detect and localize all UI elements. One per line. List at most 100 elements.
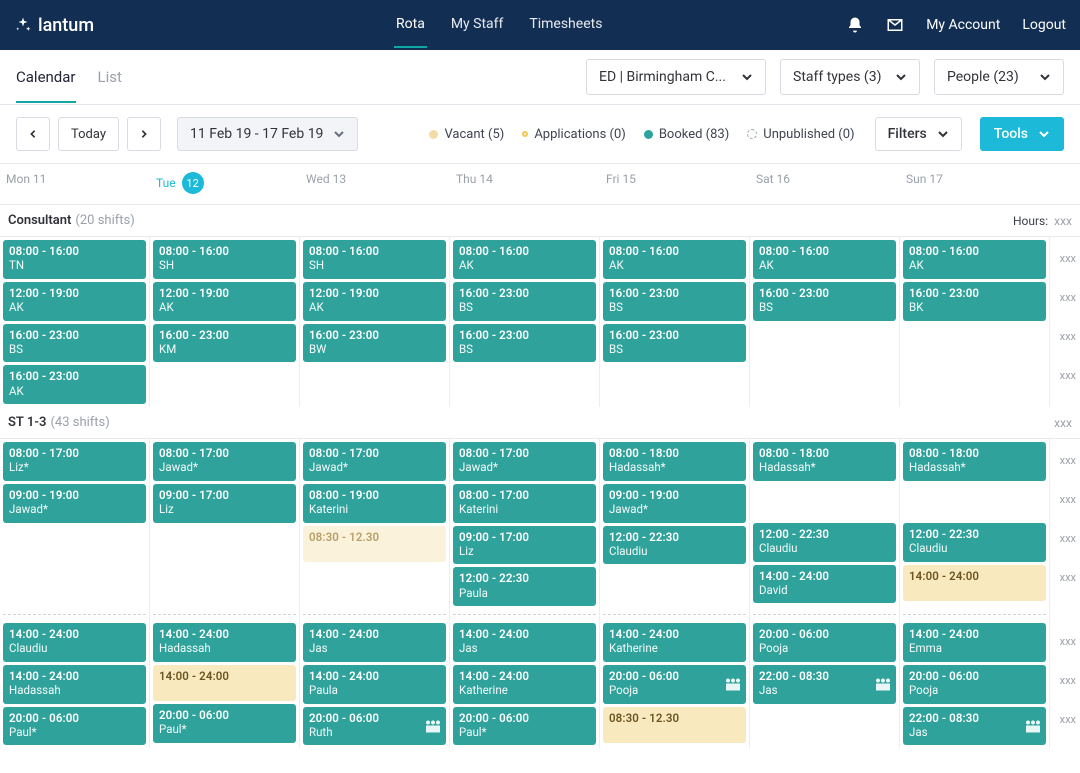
my-account-link[interactable]: My Account — [926, 17, 1000, 33]
shift-card[interactable]: 16:00 - 23:00KM — [153, 324, 296, 363]
shift-card[interactable]: 20:00 - 06:00Ruth — [303, 707, 446, 746]
day-column: 14:00 - 24:00Hadassah14:00 - 24:0020:00 … — [150, 620, 300, 748]
tab-list[interactable]: List — [98, 51, 122, 103]
shift-card[interactable]: 12:00 - 22:30Claudiu — [903, 523, 1046, 562]
legend-booked[interactable]: Booked (83) — [644, 127, 729, 142]
shift-card[interactable]: 14:00 - 24:00Katherine — [453, 665, 596, 704]
shift-card[interactable]: 08:00 - 18:00Hadassah* — [753, 442, 896, 481]
shift-card[interactable]: 14:00 - 24:00Hadassah — [153, 623, 296, 662]
tools-button[interactable]: Tools — [980, 117, 1064, 151]
shift-card[interactable]: 16:00 - 23:00BS — [603, 282, 746, 321]
shift-staff: BS — [759, 300, 890, 314]
shift-card[interactable]: 08:00 - 17:00Jawad* — [153, 442, 296, 481]
shift-card[interactable]: 20:00 - 06:00Pooja — [903, 665, 1046, 704]
shift-card[interactable]: 16:00 - 23:00BK — [903, 282, 1046, 321]
day-column: 08:00 - 16:00SH12:00 - 19:00AK16:00 - 23… — [150, 237, 300, 407]
shift-card[interactable]: 16:00 - 23:00BS — [753, 282, 896, 321]
shift-card[interactable]: 14:00 - 24:00Katherine — [603, 623, 746, 662]
shift-card[interactable]: 08:00 - 16:00AK — [903, 240, 1046, 279]
day-header-cell[interactable]: Tue12 — [150, 172, 300, 194]
shift-card[interactable]: 16:00 - 23:00BS — [453, 282, 596, 321]
shift-card[interactable]: 20:00 - 06:00Pooja — [753, 623, 896, 662]
day-header-cell[interactable]: Thu 14 — [450, 172, 600, 194]
shift-card[interactable]: 12:00 - 19:00AK — [3, 282, 146, 321]
shift-time: 08:00 - 16:00 — [609, 244, 740, 258]
day-header-cell[interactable]: Sat 16 — [750, 172, 900, 194]
day-header-cell[interactable]: Sun 17 — [900, 172, 1050, 194]
day-header-cell[interactable]: Mon 11 — [0, 172, 150, 194]
shift-card[interactable]: 08:00 - 16:00SH — [303, 240, 446, 279]
shift-card[interactable]: 12:00 - 19:00AK — [303, 282, 446, 321]
shift-card[interactable]: 14:00 - 24:00Emma — [903, 623, 1046, 662]
shift-card[interactable]: 14:00 - 24:00Jas — [453, 623, 596, 662]
today-button[interactable]: Today — [58, 117, 119, 151]
legend-unpublished[interactable]: Unpublished (0) — [747, 127, 854, 142]
shift-card[interactable]: 08:00 - 16:00AK — [453, 240, 596, 279]
shift-card[interactable]: 14:00 - 24:00Paula — [303, 665, 446, 704]
nav-link-my-staff[interactable]: My Staff — [449, 2, 506, 48]
bell-icon[interactable] — [846, 16, 864, 34]
shift-card[interactable]: 08:00 - 18:00Hadassah* — [603, 442, 746, 481]
shift-card[interactable]: 08:00 - 16:00AK — [753, 240, 896, 279]
people-select[interactable]: People (23) — [934, 59, 1064, 95]
shift-card[interactable]: 08:00 - 16:00SH — [153, 240, 296, 279]
shift-card[interactable]: 20:00 - 06:00Pooja — [603, 665, 746, 704]
department-select[interactable]: ED | Birmingham C... — [586, 59, 766, 95]
shift-card[interactable]: 12:00 - 22:30Paula — [453, 567, 596, 606]
filters-select[interactable]: Filters — [875, 117, 962, 151]
nav-link-rota[interactable]: Rota — [394, 2, 427, 48]
shift-card[interactable]: 16:00 - 23:00BS — [3, 324, 146, 363]
shift-card[interactable]: 20:00 - 06:00Paul* — [3, 707, 146, 746]
shift-card[interactable]: 08:00 - 17:00Katerini — [453, 484, 596, 523]
shift-staff: Jas — [309, 641, 440, 655]
shift-card[interactable]: 16:00 - 23:00BW — [303, 324, 446, 363]
next-week-button[interactable] — [127, 117, 161, 151]
legend-applications[interactable]: Applications (0) — [522, 127, 626, 142]
shift-card[interactable]: 20:00 - 06:00Paul* — [453, 707, 596, 746]
brand-logo[interactable]: lantum — [14, 15, 94, 36]
day-header-cell[interactable]: Wed 13 — [300, 172, 450, 194]
shift-card[interactable]: 14:00 - 24:00David — [753, 565, 896, 604]
shift-card[interactable]: 12:00 - 22:30Claudiu — [603, 526, 746, 565]
shift-card[interactable]: 14:00 - 24:00Claudiu — [3, 623, 146, 662]
day-column: 14:00 - 24:00Claudiu14:00 - 24:00Hadassa… — [0, 620, 150, 748]
shift-card[interactable]: 14:00 - 24:00 — [903, 565, 1046, 601]
shift-card[interactable]: 14:00 - 24:00Hadassah — [3, 665, 146, 704]
day-column: 08:00 - 16:00AK16:00 - 23:00BS16:00 - 23… — [600, 237, 750, 407]
shift-card[interactable]: 08:00 - 17:00Jawad* — [303, 442, 446, 481]
shift-card[interactable]: 08:00 - 17:00Liz* — [3, 442, 146, 481]
shift-card[interactable]: 22:00 - 08:30Jas — [903, 707, 1046, 746]
day-header-cell[interactable]: Fri 15 — [600, 172, 750, 194]
shift-card[interactable]: 16:00 - 23:00BS — [453, 324, 596, 363]
prev-week-button[interactable] — [16, 117, 50, 151]
shift-card[interactable]: 12:00 - 22:30Claudiu — [753, 523, 896, 562]
shift-card[interactable]: 08:30 - 12.30 — [303, 526, 446, 562]
shift-card[interactable]: 08:00 - 16:00AK — [603, 240, 746, 279]
shift-card[interactable]: 08:00 - 18:00Hadassah* — [903, 442, 1046, 481]
shift-card[interactable]: 14:00 - 24:00Jas — [303, 623, 446, 662]
shift-staff: KM — [159, 342, 290, 356]
mail-icon[interactable] — [886, 16, 904, 34]
shift-card[interactable]: 09:00 - 17:00Liz — [453, 526, 596, 565]
shift-card[interactable]: 12:00 - 19:00AK — [153, 282, 296, 321]
shift-card[interactable]: 09:00 - 19:00Jawad* — [603, 484, 746, 523]
shift-card[interactable]: 09:00 - 17:00Liz — [153, 484, 296, 523]
tab-calendar[interactable]: Calendar — [16, 51, 76, 103]
shift-card[interactable]: 16:00 - 23:00BS — [603, 324, 746, 363]
shift-time: 16:00 - 23:00 — [159, 328, 290, 342]
shift-card[interactable]: 08:00 - 17:00Jawad* — [453, 442, 596, 481]
nav-link-timesheets[interactable]: Timesheets — [527, 2, 604, 48]
legend-vacant[interactable]: Vacant (5) — [429, 127, 504, 142]
shift-card[interactable]: 08:00 - 19:00Katerini — [303, 484, 446, 523]
shift-card[interactable]: 22:00 - 08:30Jas — [753, 665, 896, 704]
shift-card[interactable]: 20:00 - 06:00Paul* — [153, 704, 296, 743]
shift-card[interactable]: 16:00 - 23:00AK — [3, 365, 146, 404]
shift-card[interactable]: 08:00 - 16:00TN — [3, 240, 146, 279]
shift-card[interactable]: 09:00 - 19:00Jawad* — [3, 484, 146, 523]
shift-time: 20:00 - 06:00 — [459, 711, 590, 725]
logout-link[interactable]: Logout — [1022, 17, 1066, 33]
date-range-select[interactable]: 11 Feb 19 - 17 Feb 19 — [177, 117, 358, 151]
shift-card[interactable]: 14:00 - 24:00 — [153, 665, 296, 701]
staff-types-select[interactable]: Staff types (3) — [780, 59, 920, 95]
shift-card[interactable]: 08:30 - 12.30 — [603, 707, 746, 743]
